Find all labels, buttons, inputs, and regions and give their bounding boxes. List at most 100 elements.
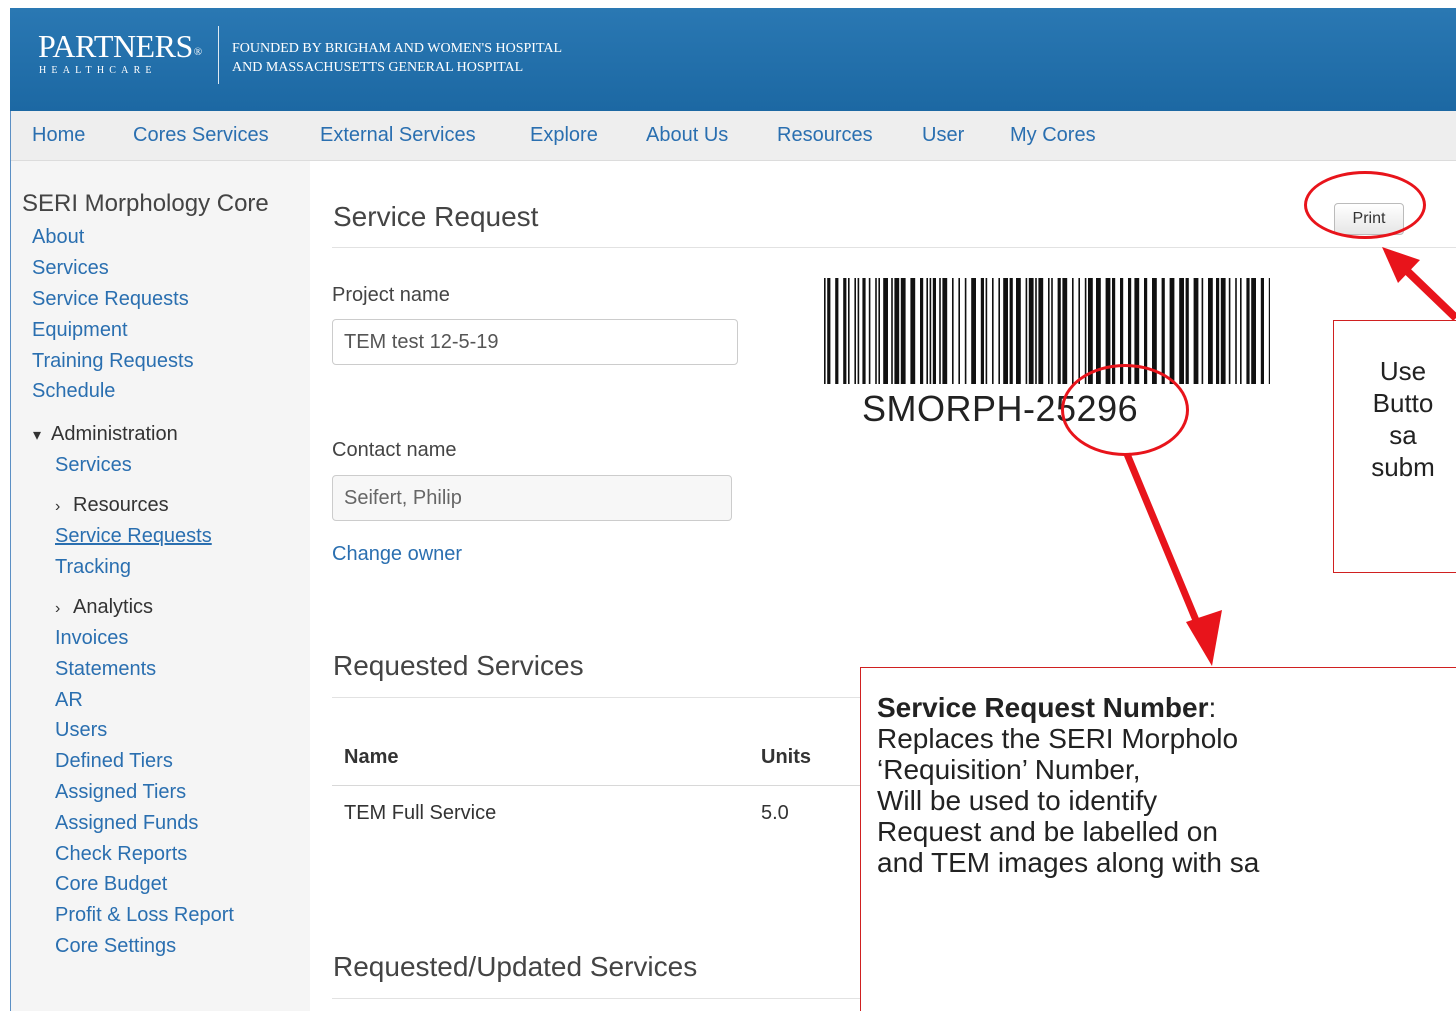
contact-name-label: Contact name — [332, 439, 457, 461]
nav-external-services[interactable]: External Services — [320, 124, 476, 147]
chevron-right-icon: › — [55, 600, 61, 617]
nav-about-us[interactable]: About Us — [646, 124, 728, 147]
project-name-label: Project name — [332, 284, 450, 306]
requested-services-title: Requested Services — [333, 650, 584, 681]
sidebar-item-schedule[interactable]: Schedule — [32, 380, 115, 403]
sidebar-section-resources[interactable]: › Resources — [55, 494, 169, 517]
barcode-bar — [1251, 278, 1256, 384]
chevron-right-icon: › — [55, 498, 61, 515]
sidebar-item-invoices[interactable]: Invoices — [55, 627, 128, 650]
requested-updated-services-title: Requested/Updated Services — [333, 951, 698, 982]
updated-services-divider — [332, 998, 872, 999]
barcode-bar — [1072, 278, 1074, 384]
sidebar-section-analytics[interactable]: › Analytics — [55, 596, 153, 619]
barcode-bar — [1169, 278, 1175, 384]
nav-cores-services[interactable]: Cores Services — [133, 124, 269, 147]
site-header: PARTNERS® HEALTHCARE FOUNDED BY BRIGHAM … — [10, 8, 1456, 111]
barcode-bar — [1246, 278, 1250, 384]
table-cell-name: TEM Full Service — [344, 802, 497, 824]
barcode-bar — [862, 278, 866, 384]
sidebar-item-users[interactable]: Users — [55, 719, 107, 742]
sidebar-section-administration[interactable]: ▾ Administration — [33, 423, 178, 446]
header-tagline: FOUNDED BY BRIGHAM AND WOMEN'S HOSPITAL … — [232, 41, 563, 75]
barcode-bar — [971, 278, 976, 384]
sidebar-item-assigned-tiers[interactable]: Assigned Tiers — [55, 781, 186, 804]
barcode-bar — [857, 278, 860, 384]
sidebar-item-resources-service-requests[interactable]: Service Requests — [55, 525, 212, 548]
partners-logo[interactable]: PARTNERS® — [38, 28, 202, 65]
barcode-bar — [964, 278, 967, 384]
barcode-bar — [985, 278, 988, 384]
barcode-bar — [920, 278, 924, 384]
nav-my-cores[interactable]: My Cores — [1010, 124, 1096, 147]
sidebar-item-profit-loss-report[interactable]: Profit & Loss Report — [55, 904, 234, 927]
arrow-to-print — [1382, 247, 1456, 321]
barcode-bar — [942, 278, 948, 384]
nav-explore[interactable]: Explore — [530, 124, 598, 147]
sidebar-item-defined-tiers[interactable]: Defined Tiers — [55, 750, 173, 773]
sidebar-core-name: SERI Morphology Core — [22, 190, 269, 217]
barcode-bar — [1028, 278, 1034, 384]
barcode-bar — [875, 278, 877, 384]
logo-divider — [218, 26, 219, 84]
barcode-bar — [1235, 278, 1237, 384]
barcode-bar — [939, 278, 941, 384]
sidebar-item-training-requests[interactable]: Training Requests — [32, 350, 194, 373]
nav-resources[interactable]: Resources — [777, 124, 873, 147]
sidebar-item-ar[interactable]: AR — [55, 689, 83, 712]
barcode-image — [824, 278, 1270, 384]
requested-services-divider — [332, 697, 872, 698]
barcode-bar — [1078, 278, 1080, 384]
barcode-bar — [1084, 278, 1087, 384]
barcode-bar — [1260, 278, 1264, 384]
sidebar-item-core-settings[interactable]: Core Settings — [55, 935, 176, 958]
barcode-bar — [1057, 278, 1061, 384]
chevron-down-icon: ▾ — [33, 427, 42, 444]
barcode-bar — [1003, 278, 1008, 384]
sidebar-item-services[interactable]: Services — [32, 257, 109, 280]
barcode-bar — [929, 278, 932, 384]
barcode-bar — [843, 278, 847, 384]
barcode-bar — [980, 278, 984, 384]
sidebar-item-tracking[interactable]: Tracking — [55, 556, 131, 579]
sidebar-item-check-reports[interactable]: Check Reports — [55, 843, 187, 866]
sidebar-item-about[interactable]: About — [32, 226, 84, 249]
barcode-bar — [952, 278, 954, 384]
barcode-bar — [827, 278, 831, 384]
barcode-bar — [1228, 278, 1231, 384]
sidebar-item-service-requests[interactable]: Service Requests — [32, 288, 189, 311]
sidebar-item-assigned-funds[interactable]: Assigned Funds — [55, 812, 198, 835]
change-owner-link[interactable]: Change owner — [332, 543, 462, 566]
nav-user[interactable]: User — [922, 124, 964, 147]
barcode-bar — [1062, 278, 1068, 384]
barcode-bar — [1016, 278, 1021, 384]
barcode-bar — [868, 278, 871, 384]
left-border — [10, 111, 11, 1011]
sidebar-item-admin-services[interactable]: Services — [55, 454, 132, 477]
barcode-bar — [1201, 278, 1204, 384]
main-navbar: Home Cores Services External Services Ex… — [10, 111, 1456, 161]
sidebar-item-statements[interactable]: Statements — [55, 658, 156, 681]
sidebar-item-core-budget[interactable]: Core Budget — [55, 873, 167, 896]
barcode-bar — [910, 278, 916, 384]
barcode-bar — [1220, 278, 1226, 384]
barcode-bar — [835, 278, 839, 384]
arrow-to-callout — [1123, 452, 1222, 666]
nav-home[interactable]: Home — [32, 124, 85, 147]
barcode-bar — [878, 278, 880, 384]
contact-name-input[interactable]: Seifert, Philip — [332, 475, 732, 521]
sidebar-item-equipment[interactable]: Equipment — [32, 319, 128, 342]
barcode-bar — [1035, 278, 1037, 384]
page-title: Service Request — [333, 201, 539, 232]
barcode-bar — [1179, 278, 1184, 384]
top-strip — [0, 0, 1456, 8]
barcode-bar — [900, 278, 906, 384]
barcode-bar — [1051, 278, 1053, 384]
project-name-input[interactable]: TEM test 12-5-19 — [332, 319, 738, 365]
callout-title: Service Request Number: — [877, 692, 1217, 723]
barcode-bar — [848, 278, 850, 384]
barcode-bar — [1185, 278, 1189, 384]
barcode-bar — [932, 278, 936, 384]
number-highlight-ellipse — [1061, 364, 1189, 456]
barcode-bar — [1240, 278, 1242, 384]
